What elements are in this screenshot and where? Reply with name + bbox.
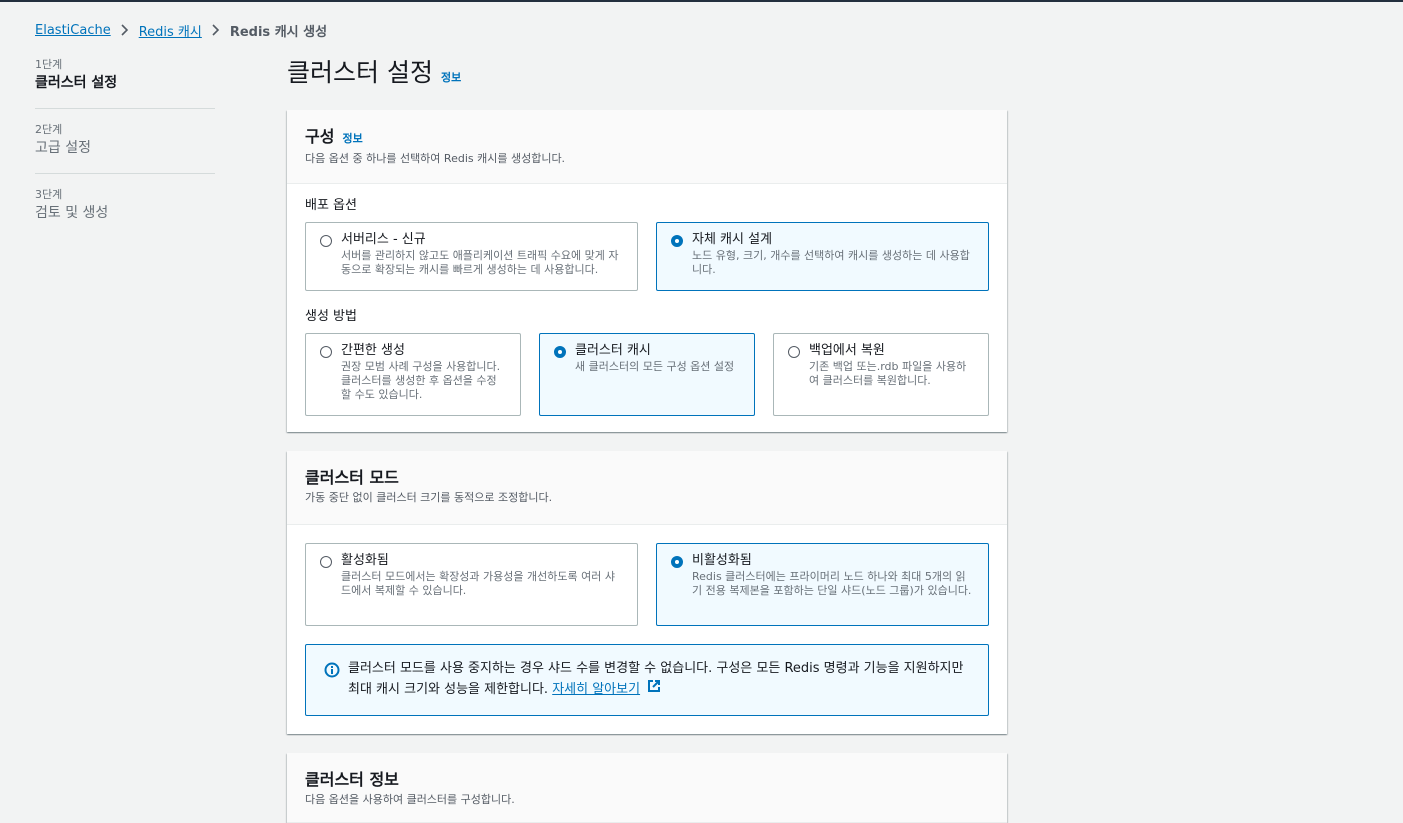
- config-panel-header: 구성 정보 다음 옵션 중 하나를 선택하여 Redis 캐시를 생성합니다.: [287, 110, 1007, 184]
- tile-title: 자체 캐시 설계: [692, 232, 773, 247]
- tile-description: 권장 모범 사례 구성을 사용합니다. 클러스터를 생성한 후 옵션을 수정할 …: [341, 360, 501, 401]
- config-panel-heading: 구성 정보: [305, 126, 989, 150]
- top-bar: [0, 0, 1403, 2]
- radio-button-selected[interactable]: [671, 235, 683, 247]
- tile-title: 서버리스 - 신규: [341, 232, 426, 247]
- tile-text: 백업에서 복원 기존 백업 또는.rdb 파일을 사용하여 클러스터를 복원합니…: [809, 342, 974, 407]
- step-number: 1단계: [35, 58, 63, 71]
- step-3[interactable]: 3단계 검토 및 생성: [35, 188, 215, 238]
- page-title: 클러스터 설정: [287, 58, 433, 87]
- step-name: 고급 설정: [35, 140, 91, 156]
- tile-description: 클러스터 모드에서는 확장성과 가용성을 개선하도록 여러 샤드에서 복제할 수…: [341, 570, 615, 597]
- step-2[interactable]: 2단계 고급 설정: [35, 123, 215, 174]
- breadcrumb-current: Redis 캐시 생성: [229, 24, 328, 40]
- cluster-mode-group: 활성화됨 클러스터 모드에서는 확장성과 가용성을 개선하도록 여러 샤드에서 …: [305, 543, 989, 626]
- cluster-mode-body: 활성화됨 클러스터 모드에서는 확장성과 가용성을 개선하도록 여러 샤드에서 …: [287, 525, 1007, 734]
- method-cluster-cache[interactable]: 클러스터 캐시 새 클러스터의 모든 구성 옵션 설정: [539, 333, 755, 416]
- breadcrumb-elasticache[interactable]: ElastiCache: [35, 23, 111, 38]
- cluster-mode-panel: 클러스터 모드 가동 중단 없이 클러스터 크기를 동적으로 조정합니다. 활성…: [287, 451, 1007, 734]
- radio-button[interactable]: [320, 235, 332, 247]
- tile-text: 활성화됨 클러스터 모드에서는 확장성과 가용성을 개선하도록 여러 샤드에서 …: [341, 552, 623, 617]
- tile-description: 새 클러스터의 모든 구성 옵션 설정: [575, 360, 735, 373]
- cluster-mode-disabled[interactable]: 비활성화됨 Redis 클러스터에는 프라이머리 노드 하나와 최대 5개의 읽…: [656, 543, 989, 626]
- tile-title: 비활성화됨: [692, 553, 752, 568]
- cluster-info-description: 다음 옵션을 사용하여 클러스터를 구성합니다.: [305, 793, 515, 806]
- cluster-mode-title: 클러스터 모드: [305, 468, 399, 487]
- radio-button-selected[interactable]: [554, 346, 566, 358]
- creation-method-group: 간편한 생성 권장 모범 사례 구성을 사용합니다. 클러스터를 생성한 후 옵…: [305, 333, 989, 416]
- deploy-option-label: 배포 옵션: [305, 198, 357, 213]
- info-alert: 클러스터 모드를 사용 중지하는 경우 샤드 수를 변경할 수 없습니다. 구성…: [305, 644, 989, 716]
- config-panel-body: 배포 옵션 서버리스 - 신규 서버를 관리하지 않고도 애플리케이션 트래픽 …: [287, 184, 1007, 434]
- tile-text: 서버리스 - 신규 서버를 관리하지 않고도 애플리케이션 트래픽 수요에 맞게…: [341, 231, 623, 282]
- deploy-option-serverless[interactable]: 서버리스 - 신규 서버를 관리하지 않고도 애플리케이션 트래픽 수요에 맞게…: [305, 222, 638, 291]
- tile-text: 비활성화됨 Redis 클러스터에는 프라이머리 노드 하나와 최대 5개의 읽…: [692, 552, 974, 617]
- cluster-info-heading: 클러스터 정보: [305, 769, 989, 791]
- learn-more-link[interactable]: 자세히 알아보기: [552, 682, 640, 697]
- radio-button[interactable]: [788, 346, 800, 358]
- tile-text: 간편한 생성 권장 모범 사례 구성을 사용합니다. 클러스터를 생성한 후 옵…: [341, 342, 506, 407]
- radio-button-selected[interactable]: [671, 556, 683, 568]
- cluster-mode-heading: 클러스터 모드: [305, 467, 989, 489]
- tile-title: 백업에서 복원: [809, 343, 885, 358]
- step-number: 2단계: [35, 123, 63, 136]
- cluster-info-panel-header: 클러스터 정보 다음 옵션을 사용하여 클러스터를 구성합니다.: [287, 753, 1007, 823]
- config-panel: 구성 정보 다음 옵션 중 하나를 선택하여 Redis 캐시를 생성합니다. …: [287, 110, 1007, 432]
- tile-title: 간편한 생성: [341, 343, 405, 358]
- learn-more-label: 자세히 알아보기: [552, 682, 641, 697]
- method-restore-backup[interactable]: 백업에서 복원 기존 백업 또는.rdb 파일을 사용하여 클러스터를 복원합니…: [773, 333, 989, 416]
- deploy-option-group: 서버리스 - 신규 서버를 관리하지 않고도 애플리케이션 트래픽 수요에 맞게…: [305, 222, 989, 291]
- tile-text: 자체 캐시 설계 노드 유형, 크기, 개수를 선택하여 캐시를 생성하는 데 …: [692, 231, 974, 282]
- cluster-info-title: 클러스터 정보: [305, 770, 399, 789]
- breadcrumb: ElastiCache Redis 캐시 Redis 캐시 생성: [35, 20, 327, 40]
- cluster-mode-enabled[interactable]: 활성화됨 클러스터 모드에서는 확장성과 가용성을 개선하도록 여러 샤드에서 …: [305, 543, 638, 626]
- config-panel-title: 구성: [305, 127, 335, 146]
- tile-description: 서버를 관리하지 않고도 애플리케이션 트래픽 수요에 맞게 자동으로 확장되는…: [341, 249, 619, 276]
- page-info-link[interactable]: 정보: [441, 69, 461, 85]
- chevron-right-icon: [202, 24, 230, 36]
- alert-text: 클러스터 모드를 사용 중지하는 경우 샤드 수를 변경할 수 없습니다. 구성…: [348, 659, 970, 697]
- cluster-info-panel: 클러스터 정보 다음 옵션을 사용하여 클러스터를 구성합니다.: [287, 753, 1007, 823]
- cluster-mode-description: 가동 중단 없이 클러스터 크기를 동적으로 조정합니다.: [305, 491, 553, 504]
- tile-text: 클러스터 캐시 새 클러스터의 모든 구성 옵션 설정: [575, 342, 734, 407]
- info-icon: [324, 662, 340, 697]
- wizard-steps: 1단계 클러스터 설정 2단계 고급 설정 3단계 검토 및 생성: [35, 58, 215, 252]
- step-name: 클러스터 설정: [35, 75, 118, 91]
- tile-description: 노드 유형, 크기, 개수를 선택하여 캐시를 생성하는 데 사용합니다.: [692, 249, 970, 276]
- tile-title: 활성화됨: [341, 553, 389, 568]
- config-info-link[interactable]: 정보: [342, 128, 362, 150]
- step-name: 검토 및 생성: [35, 205, 109, 221]
- step-number: 3단계: [35, 188, 63, 201]
- deploy-option-design-own[interactable]: 자체 캐시 설계 노드 유형, 크기, 개수를 선택하여 캐시를 생성하는 데 …: [656, 222, 989, 291]
- chevron-right-icon: [111, 24, 139, 36]
- creation-method-label: 생성 방법: [305, 309, 357, 324]
- step-1[interactable]: 1단계 클러스터 설정: [35, 58, 215, 109]
- radio-button[interactable]: [320, 556, 332, 568]
- page-header: 클러스터 설정 정보: [287, 56, 461, 90]
- method-easy-create[interactable]: 간편한 생성 권장 모범 사례 구성을 사용합니다. 클러스터를 생성한 후 옵…: [305, 333, 521, 416]
- config-panel-description: 다음 옵션 중 하나를 선택하여 Redis 캐시를 생성합니다.: [305, 152, 566, 165]
- tile-description: Redis 클러스터에는 프라이머리 노드 하나와 최대 5개의 읽기 전용 복…: [692, 570, 972, 597]
- external-link-icon: [647, 679, 661, 700]
- radio-button[interactable]: [320, 346, 332, 358]
- tile-description: 기존 백업 또는.rdb 파일을 사용하여 클러스터를 복원합니다.: [809, 360, 967, 387]
- breadcrumb-redis-cache[interactable]: Redis 캐시: [139, 21, 202, 40]
- cluster-mode-panel-header: 클러스터 모드 가동 중단 없이 클러스터 크기를 동적으로 조정합니다.: [287, 451, 1007, 525]
- tile-title: 클러스터 캐시: [575, 343, 651, 358]
